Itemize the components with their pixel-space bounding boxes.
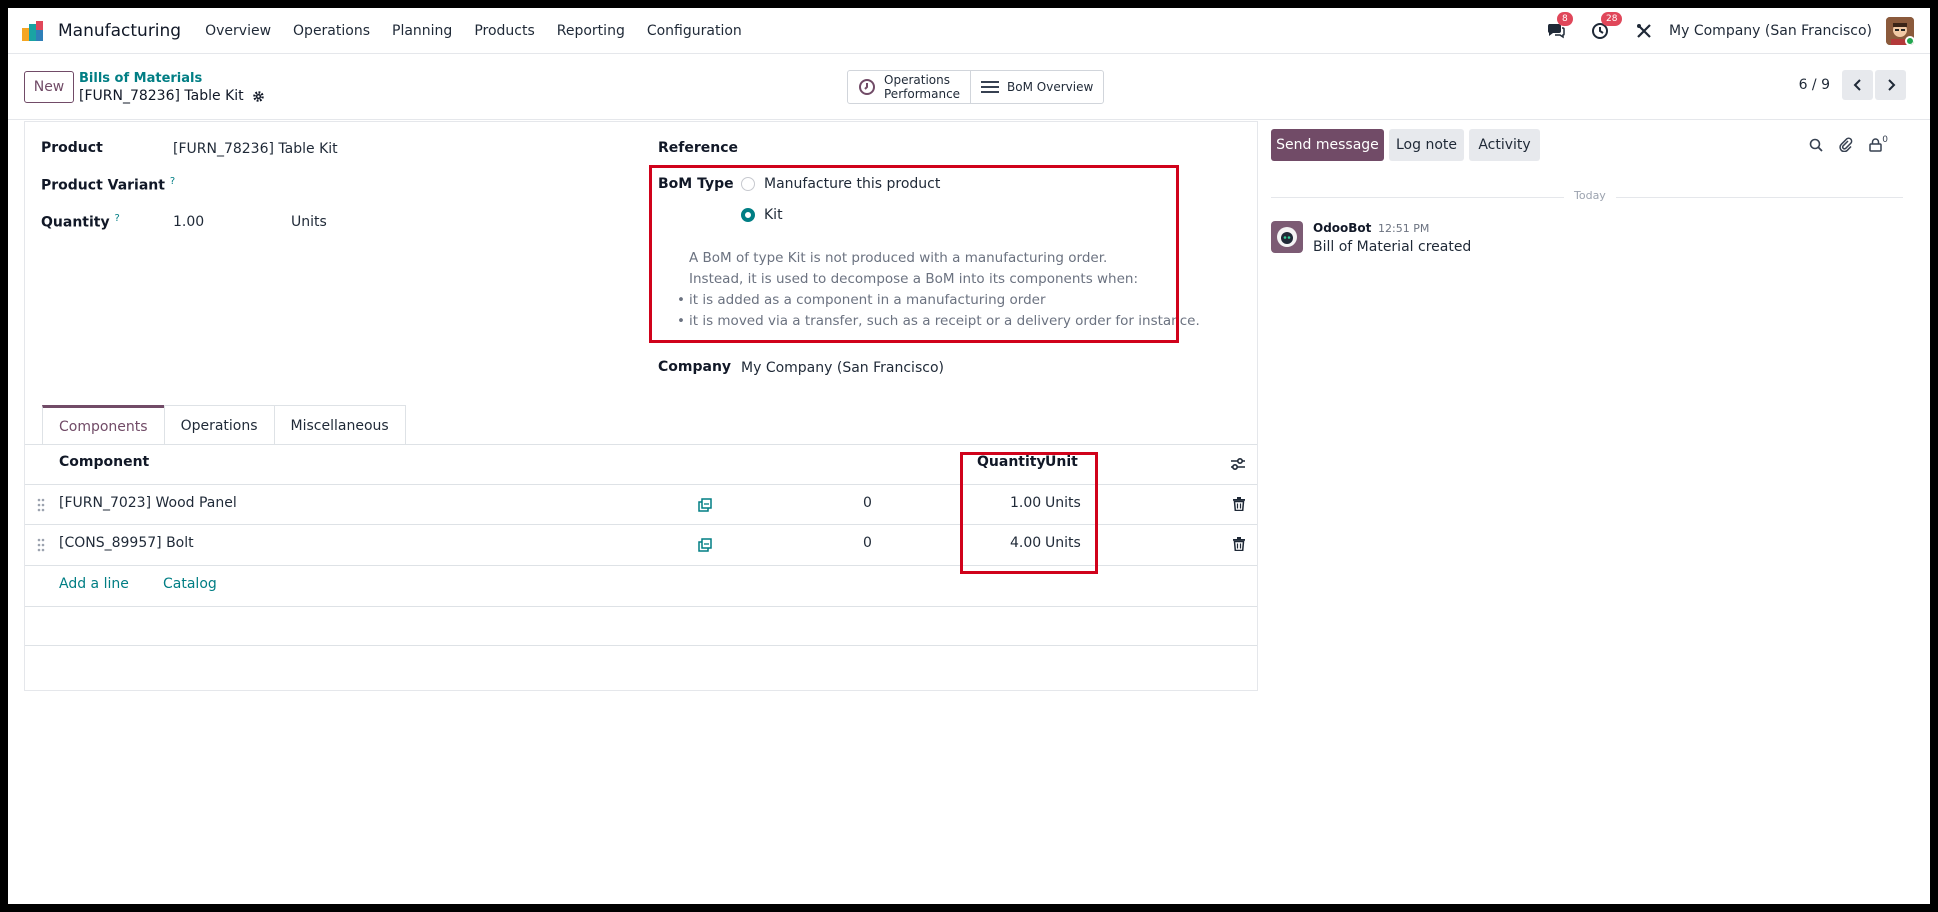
tab-components[interactable]: Components (42, 405, 165, 445)
empty-row (25, 607, 1257, 646)
product-variant-field[interactable] (173, 172, 623, 196)
catalog-link[interactable]: Catalog (163, 576, 217, 592)
component-cell[interactable]: [CONS_89957] Bolt (59, 535, 194, 551)
pager: 6 / 9 (1799, 70, 1906, 100)
bom-overview-label: BoM Overview (1007, 80, 1094, 94)
menu-configuration[interactable]: Configuration (647, 23, 742, 39)
chatter: Send message Log note Activity 0 Today O… (1266, 121, 1916, 881)
copy-variants-icon[interactable] (698, 538, 712, 552)
menu-planning[interactable]: Planning (392, 23, 452, 39)
bom-overview-button[interactable]: BoM Overview (970, 71, 1103, 103)
component-cell[interactable]: [FURN_7023] Wood Panel (59, 495, 237, 511)
company-field[interactable]: My Company (San Francisco) (741, 360, 944, 376)
product-variant-label: Product Variant ? (41, 176, 176, 194)
extra-cell: 0 (863, 495, 872, 511)
menu-products[interactable]: Products (474, 23, 534, 39)
quantity-label: Quantity ? (41, 213, 120, 231)
quantity-field[interactable]: 1.00 (173, 214, 204, 230)
pager-previous-button[interactable] (1842, 70, 1873, 100)
new-button[interactable]: New (24, 71, 74, 103)
clock-icon (859, 79, 875, 95)
tab-miscellaneous[interactable]: Miscellaneous (273, 405, 406, 445)
notebook-tabs: Components Operations Miscellaneous (42, 405, 406, 445)
product-label: Product (41, 140, 103, 156)
company-switcher[interactable]: My Company (San Francisco) (1669, 23, 1872, 39)
highlight-bom-type (649, 165, 1179, 343)
robot-icon (1277, 227, 1297, 247)
ops-perf-label-2: Performance (884, 87, 961, 101)
list-icon (981, 81, 1000, 93)
quantity-unit-field[interactable]: Units (291, 214, 327, 230)
breadcrumb-bills-of-materials[interactable]: Bills of Materials (79, 71, 265, 87)
search-icon (1809, 138, 1823, 152)
drag-handle-icon[interactable] (37, 498, 45, 512)
control-panel: New Bills of Materials [FURN_78236] Tabl… (8, 54, 1930, 120)
message-time: 12:51 PM (1378, 222, 1430, 235)
send-message-button[interactable]: Send message (1271, 129, 1384, 161)
column-component[interactable]: Component (59, 454, 149, 470)
chatter-tools: 0 (1793, 134, 1888, 152)
log-note-button[interactable]: Log note (1389, 129, 1464, 161)
date-divider: Today (1564, 189, 1616, 202)
odoobot-avatar[interactable] (1271, 221, 1303, 253)
gear-icon[interactable] (252, 90, 265, 103)
tab-operations[interactable]: Operations (163, 405, 275, 445)
drag-handle-icon[interactable] (37, 538, 45, 552)
chevron-left-icon (1853, 79, 1861, 91)
trash-icon[interactable] (1233, 537, 1245, 551)
reference-field[interactable] (741, 136, 1191, 160)
record-title: [FURN_78236] Table Kit (79, 88, 244, 104)
chevron-right-icon (1887, 79, 1895, 91)
menu-overview[interactable]: Overview (205, 23, 271, 39)
menu-operations[interactable]: Operations (293, 23, 370, 39)
followers-count: 0 (1882, 134, 1888, 145)
messages-badge: 8 (1557, 12, 1573, 26)
pager-next-button[interactable] (1875, 70, 1906, 100)
company-label: Company (658, 359, 732, 375)
manufacturing-app-icon (22, 20, 43, 41)
main-menu: Overview Operations Planning Products Re… (205, 23, 764, 39)
app-name: Manufacturing (58, 20, 182, 41)
copy-variants-icon[interactable] (698, 498, 712, 512)
reference-label: Reference (658, 140, 739, 156)
navbar-systray: 8 28 My Company (San Francisco) (1523, 8, 1914, 54)
menu-reporting[interactable]: Reporting (557, 23, 625, 39)
breadcrumb: Bills of Materials [FURN_78236] Table Ki… (79, 71, 265, 105)
user-lock-icon (1869, 137, 1883, 152)
pager-value[interactable]: 6 / 9 (1799, 77, 1830, 93)
top-navbar: Manufacturing Overview Operations Planni… (8, 8, 1930, 54)
search-messages-button[interactable] (1809, 138, 1823, 152)
tools-icon (1637, 24, 1651, 38)
app-window: Manufacturing Overview Operations Planni… (8, 8, 1930, 904)
app-logo[interactable]: Manufacturing (22, 20, 182, 41)
trash-icon[interactable] (1233, 497, 1245, 511)
add-line-link[interactable]: Add a line (59, 576, 129, 592)
paperclip-icon (1839, 137, 1853, 152)
online-status-dot (1905, 36, 1914, 45)
messaging-button[interactable]: 8 (1545, 12, 1573, 42)
highlight-quantity-unit (960, 452, 1098, 574)
debug-tools-button[interactable] (1633, 20, 1655, 42)
breadcrumb-current: [FURN_78236] Table Kit (79, 87, 265, 105)
product-field[interactable]: [FURN_78236] Table Kit (173, 141, 338, 157)
ops-perf-label-1: Operations (884, 73, 950, 87)
activity-button[interactable]: Activity (1469, 129, 1540, 161)
optional-columns-icon[interactable] (1230, 457, 1246, 471)
user-avatar[interactable] (1886, 17, 1914, 45)
operations-performance-button[interactable]: Operations Performance (848, 71, 970, 103)
message-body: Bill of Material created (1313, 239, 1472, 255)
extra-cell: 0 (863, 535, 872, 551)
activities-badge: 28 (1601, 12, 1623, 26)
smart-buttons: Operations Performance BoM Overview (847, 70, 1105, 104)
message-author[interactable]: OdooBot (1313, 221, 1371, 235)
activities-button[interactable]: 28 (1589, 12, 1623, 42)
attachments-button[interactable] (1839, 137, 1853, 152)
help-tooltip-icon[interactable]: ? (114, 213, 119, 224)
form-sheet: Product [FURN_78236] Table Kit Product V… (24, 121, 1258, 691)
followers-button[interactable]: 0 (1869, 134, 1888, 152)
